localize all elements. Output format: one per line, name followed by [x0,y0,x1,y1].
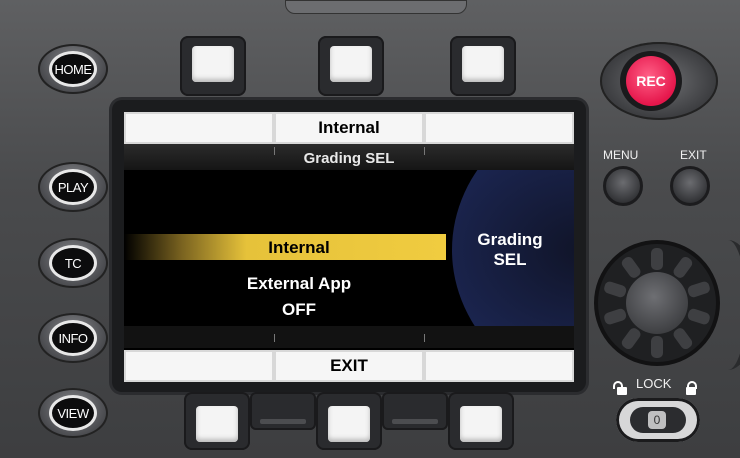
top-function-key-1[interactable] [180,36,246,96]
bottom-function-key-3[interactable] [448,392,514,450]
header-strip: Grading SEL [124,144,574,170]
tc-button[interactable]: TC [38,238,108,288]
camera-control-panel: HOME PLAY TC INFO VIEW Internal Grading … [0,0,740,458]
bottom-tab-left[interactable] [126,352,272,380]
play-button[interactable]: PLAY [38,162,108,212]
top-notch [285,0,467,14]
dial-center [626,272,688,334]
dial-tooth [686,307,712,326]
rec-button[interactable]: REC [626,56,676,106]
side-panel-line2: SEL [493,250,527,269]
dial-tooth [651,248,663,270]
screen-header: Grading SEL [303,150,395,167]
lock-knob[interactable]: 0 [648,411,666,429]
exit-button[interactable] [670,166,710,206]
view-button-label: VIEW [49,395,97,431]
bottom-function-key-2[interactable] [316,392,382,450]
lock-slider: 0 [630,407,686,433]
home-button-label: HOME [49,51,97,87]
menu-button[interactable] [603,166,643,206]
key-face [330,46,372,82]
side-panel-arc: Grading SEL [446,170,574,326]
option-off[interactable]: OFF [184,300,414,320]
key-face [462,46,504,82]
info-button[interactable]: INFO [38,313,108,363]
side-panel-title: Grading SEL [446,230,574,270]
dial-tooth [686,280,712,299]
key-face [460,406,502,442]
tc-button-label: TC [49,245,97,281]
dial-tooth [671,326,695,352]
unlock-icon [613,381,627,395]
lock-label: LOCK [636,376,672,391]
bottom-function-key-1[interactable] [184,392,250,450]
lock-switch[interactable]: 0 [616,398,700,442]
key-face [192,46,234,82]
top-tab-right[interactable] [426,114,572,142]
dial-tooth [651,336,663,358]
slot-bar [392,419,438,424]
top-tab-left[interactable] [126,114,272,142]
home-button[interactable]: HOME [38,44,108,94]
lcd-screen: Internal Grading SEL Internal External A… [124,112,574,382]
view-button[interactable]: VIEW [38,388,108,438]
side-panel-line1: Grading [477,230,543,249]
slot-bar [260,419,306,424]
tick [274,334,275,342]
bottom-slot-2 [382,392,448,430]
exit-label: EXIT [680,148,707,162]
bottom-tab-row: EXIT [124,350,574,382]
dial-tooth [671,254,695,280]
option-internal[interactable]: Internal [184,238,414,258]
footer-strip [124,326,574,348]
bottom-tab-right[interactable] [426,352,572,380]
bottom-slot-1 [250,392,316,430]
rec-button-housing: REC [600,42,718,120]
tick [424,147,425,155]
top-tab-row: Internal [124,112,574,144]
play-button-label: PLAY [49,169,97,205]
lock-icon [686,381,697,395]
dial-tooth [619,326,643,352]
option-external-app[interactable]: External App [184,274,414,294]
bottom-tab-exit[interactable]: EXIT [276,352,422,380]
top-function-key-2[interactable] [318,36,384,96]
dial-tooth [602,307,628,326]
key-face [328,406,370,442]
top-tab-center[interactable]: Internal [276,114,422,142]
key-face [196,406,238,442]
top-function-key-3[interactable] [450,36,516,96]
info-button-label: INFO [49,320,97,356]
menu-label: MENU [603,148,639,162]
tick [424,334,425,342]
jog-dial[interactable] [590,236,740,386]
dial-tooth [602,280,628,299]
dial-wheel[interactable] [594,240,720,366]
